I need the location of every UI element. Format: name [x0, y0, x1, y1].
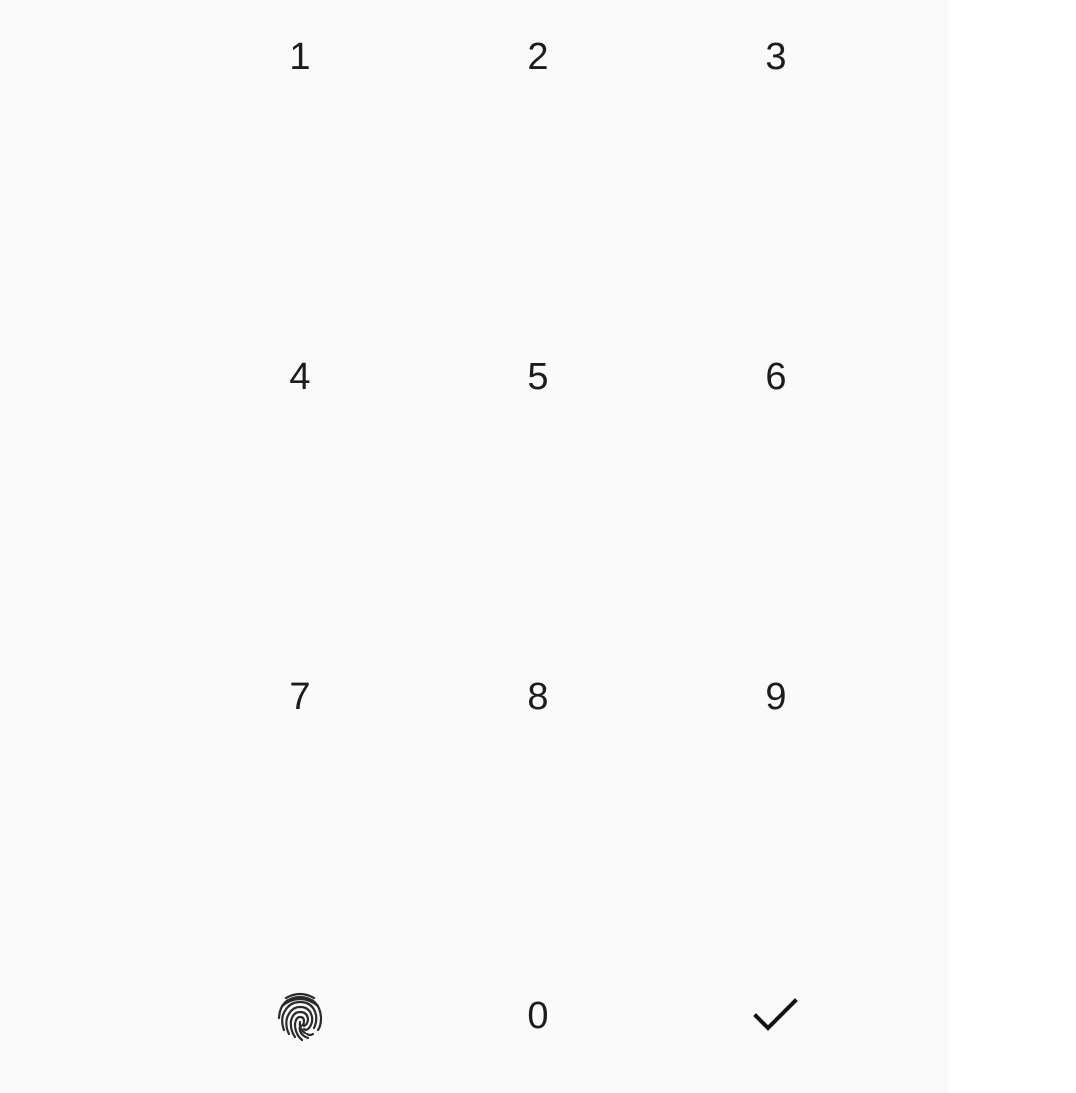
- key-8[interactable]: 8: [448, 637, 628, 757]
- confirm-button[interactable]: [686, 956, 866, 1076]
- key-3[interactable]: 3: [686, 0, 866, 117]
- key-7[interactable]: 7: [210, 637, 390, 757]
- fingerprint-icon: [275, 989, 325, 1043]
- key-8-label: 8: [527, 676, 549, 718]
- key-3-label: 3: [765, 36, 787, 78]
- key-4-label: 4: [289, 356, 311, 398]
- key-2[interactable]: 2: [448, 0, 628, 117]
- key-1[interactable]: 1: [210, 0, 390, 117]
- key-0-label: 0: [527, 995, 549, 1037]
- checkmark-icon: [751, 996, 801, 1036]
- key-1-label: 1: [289, 36, 311, 78]
- key-9[interactable]: 9: [686, 637, 866, 757]
- key-7-label: 7: [289, 676, 311, 718]
- key-0[interactable]: 0: [448, 956, 628, 1076]
- pin-keypad: 1 2 3 4 5 6 7 8 9 0: [0, 0, 948, 1093]
- key-9-label: 9: [765, 676, 787, 718]
- key-2-label: 2: [527, 36, 549, 78]
- key-6[interactable]: 6: [686, 317, 866, 437]
- key-4[interactable]: 4: [210, 317, 390, 437]
- key-6-label: 6: [765, 356, 787, 398]
- side-panel: [948, 0, 1076, 1093]
- key-5[interactable]: 5: [448, 317, 628, 437]
- fingerprint-button[interactable]: [210, 956, 390, 1076]
- key-5-label: 5: [527, 356, 549, 398]
